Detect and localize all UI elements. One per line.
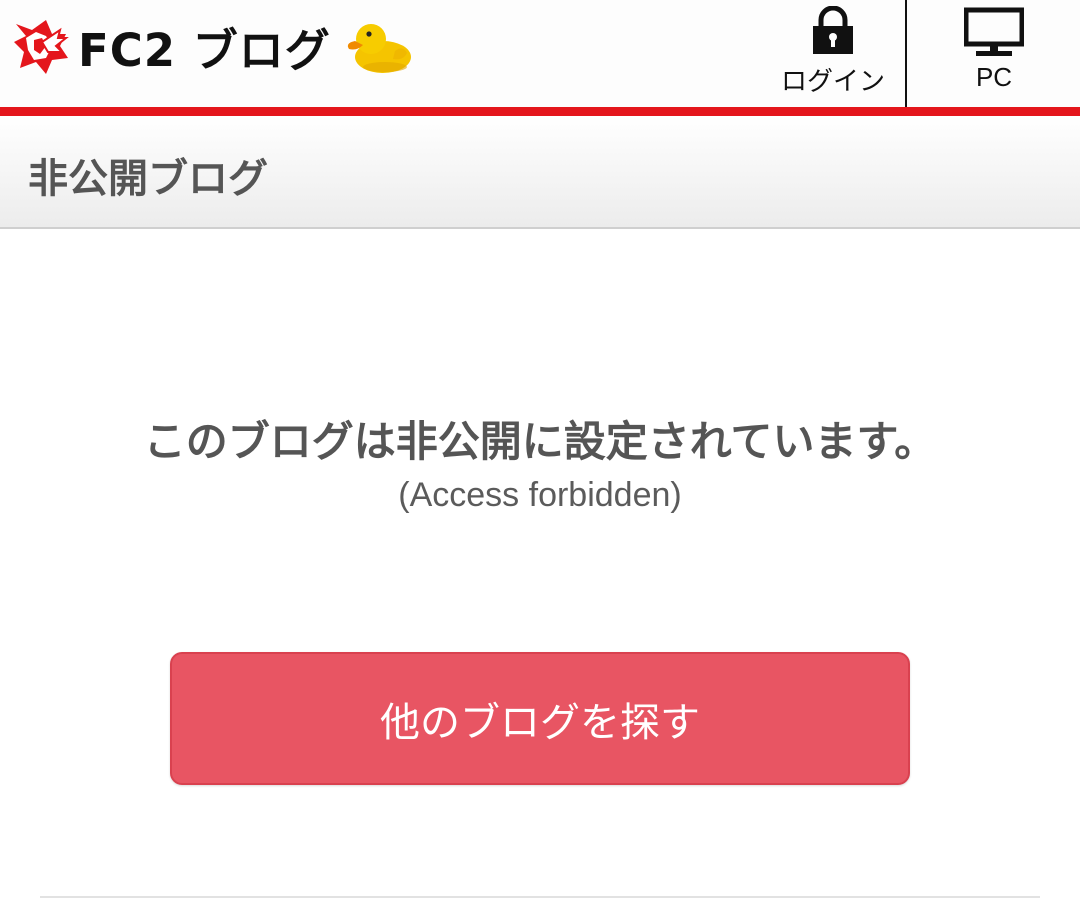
header: FC2 ブログ ログイン PC bbox=[0, 0, 1080, 107]
lock-icon bbox=[813, 6, 853, 54]
duck-icon bbox=[347, 24, 411, 73]
pc-view-button[interactable]: PC bbox=[908, 0, 1080, 107]
section-header: 非公開ブログ bbox=[0, 116, 1080, 229]
access-forbidden-text: (Access forbidden) bbox=[398, 476, 682, 514]
logo-text: FC2 ブログ bbox=[78, 23, 331, 77]
fc2-logo-icon bbox=[14, 20, 69, 74]
search-other-blogs-button[interactable]: 他のブログを探す bbox=[170, 652, 910, 785]
login-button[interactable]: ログイン bbox=[760, 0, 906, 107]
login-label: ログイン bbox=[780, 67, 885, 97]
page-title: 非公開ブログ bbox=[28, 156, 268, 202]
header-accent-bar bbox=[0, 107, 1080, 116]
pc-label: PC bbox=[975, 62, 1013, 92]
monitor-icon bbox=[964, 7, 1024, 56]
fc2-blog-logo[interactable]: FC2 ブログ bbox=[12, 14, 415, 78]
private-blog-message: このブログは非公開に設定されています。 bbox=[143, 417, 937, 466]
header-divider bbox=[905, 0, 907, 107]
